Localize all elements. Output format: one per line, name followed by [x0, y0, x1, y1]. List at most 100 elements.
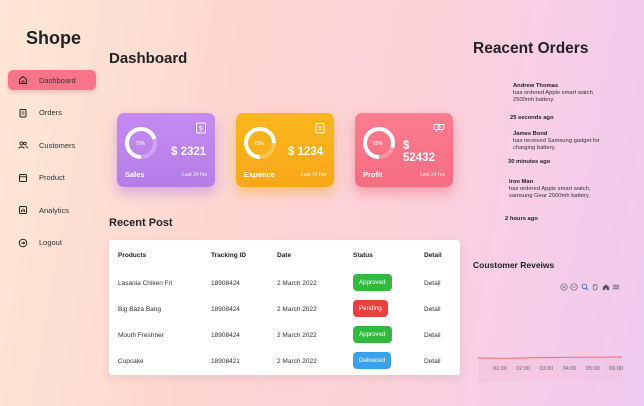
home-icon — [18, 75, 28, 85]
cell-tracking: 18908424 — [211, 280, 240, 287]
search-icon[interactable] — [580, 282, 589, 291]
x-tick-label: 02:00 — [516, 366, 530, 372]
sales-sub: Last 24 hrs — [182, 172, 207, 178]
order-item: Iron Man has ordered Apple smart watch, … — [509, 179, 609, 201]
sidebar-item-customers[interactable]: Customers — [8, 135, 96, 155]
status-badge: Delivered — [353, 352, 392, 369]
order-text: has received Samsung gadget for charging… — [513, 138, 600, 152]
expense-card[interactable]: 75% $ 1234 Expence Last 24 hrs — [236, 113, 334, 187]
order-item: Andrew Thomas has ordered Apple smart wa… — [513, 83, 613, 105]
page-title: Dashboard — [109, 50, 188, 67]
detail-link[interactable]: Detail — [424, 280, 441, 287]
order-time-wrap: 30 minutes ago — [508, 155, 618, 166]
table-row[interactable]: Mouth Freshner 18908424 2 March 2022 App… — [109, 324, 460, 350]
cell-tracking: 18908421 — [211, 358, 240, 365]
money-icon — [433, 121, 445, 133]
profit-percent: 80% — [373, 141, 384, 147]
order-time: 25 seconds ago — [510, 115, 554, 121]
sidebar-item-label: Orders — [39, 108, 62, 117]
order-customer-name: James Bond — [513, 131, 548, 137]
expense-value: $ 1234 — [288, 146, 324, 158]
order-time: 2 hours ago — [505, 216, 538, 222]
clipboard-icon — [314, 121, 326, 134]
profit-sub: Last 24 hrs — [420, 172, 445, 178]
column-header-date: Date — [277, 252, 292, 259]
detail-link[interactable]: Detail — [424, 358, 441, 365]
reviews-title: Coustomer Reveiws — [473, 260, 555, 270]
sidebar: Shope Dashboard Orders Customers Product… — [0, 0, 100, 406]
table-row[interactable]: Cupcake 18908421 2 March 2022 Delivered … — [109, 350, 460, 376]
brand-logo: Shope — [26, 28, 82, 48]
sidebar-item-label: Analytics — [39, 205, 70, 215]
x-tick-label: 01:00 — [493, 366, 507, 372]
status-badge: Pending — [353, 300, 388, 317]
x-tick-label: 05:00 — [585, 366, 600, 372]
cell-tracking: 18908424 — [211, 332, 240, 339]
column-header-detail: Detail — [424, 252, 442, 259]
profit-card[interactable]: 80% $ 52432 Profit Last 24 hrs — [355, 113, 453, 187]
table-row[interactable]: Big Baza Bang 18908424 2 March 2022 Pend… — [109, 298, 460, 324]
order-item: James Bond has received Samsung gadget f… — [513, 131, 605, 153]
detail-link[interactable]: Detail — [424, 332, 441, 339]
sales-percent: 70% — [135, 141, 146, 147]
recent-orders-title: Reacent Orders — [473, 40, 589, 57]
sidebar-item-label: Customers — [39, 140, 76, 150]
expense-label: Expence — [244, 170, 275, 179]
sidebar-item-logout[interactable]: Logout — [8, 233, 96, 253]
home-icon[interactable] — [601, 282, 610, 291]
expense-percent: 75% — [254, 141, 265, 147]
x-tick-label: 06:00 — [609, 366, 623, 372]
sales-card[interactable]: 70% $ 2321 $ Sales Last 24 hrs — [117, 113, 215, 187]
sidebar-item-dashboard[interactable]: Dashboard — [8, 70, 96, 90]
table-row[interactable]: Lasania Chiken Fri 18908424 2 March 2022… — [109, 272, 460, 298]
chart-icon — [18, 205, 28, 215]
cell-product: Big Baza Bang — [118, 306, 162, 313]
cell-date: 2 March 2022 — [277, 306, 317, 313]
order-text: has ordered Apple smart watch, samsung G… — [509, 186, 591, 200]
sidebar-item-label: Dashboard — [39, 75, 76, 85]
column-header-status: Status — [353, 252, 373, 259]
sales-value: $ 2321 — [171, 146, 207, 158]
status-badge: Approved — [353, 274, 392, 291]
sidebar-item-label: Product — [39, 173, 65, 182]
zoom-out-icon[interactable] — [570, 282, 579, 291]
box-icon — [18, 173, 28, 183]
profit-label: Profit — [363, 170, 383, 179]
x-tick-label: 03:00 — [539, 366, 554, 372]
order-text: has ordered Apple smart watch 2500mh bat… — [513, 90, 593, 104]
cell-product: Mouth Freshner — [118, 332, 164, 339]
cell-product: Lasania Chiken Fri — [118, 280, 173, 287]
sidebar-item-product[interactable]: Product — [8, 168, 96, 188]
sidebar-item-orders[interactable]: Orders — [8, 103, 96, 123]
users-icon — [18, 140, 28, 150]
pan-icon[interactable] — [591, 282, 600, 291]
recent-post-table: Products Tracking ID Date Status Detail … — [109, 240, 460, 375]
x-tick-label: 04:00 — [562, 366, 577, 372]
order-customer-name: Iron Man — [509, 179, 534, 185]
profit-value: 52432 — [403, 152, 435, 164]
svg-text:$: $ — [199, 125, 203, 133]
cell-date: 2 March 2022 — [277, 280, 317, 287]
sidebar-item-analytics[interactable]: Analytics — [8, 200, 96, 220]
menu-icon[interactable] — [612, 282, 621, 291]
order-time-wrap: 25 seconds ago — [510, 111, 620, 122]
order-time: 30 minutes ago — [508, 159, 551, 165]
reviews-chart — [477, 356, 623, 382]
dollar-icon: $ — [195, 121, 207, 134]
sales-label: Sales — [125, 170, 145, 179]
dashboard-app: Shope Dashboard Orders Customers Product… — [0, 0, 644, 406]
chart-x-axis: 01:00 02:00 03:00 04:00 05:00 06:00 — [493, 366, 623, 372]
sidebar-nav: Dashboard Orders Customers Product Analy… — [8, 70, 96, 265]
detail-link[interactable]: Detail — [424, 306, 441, 313]
order-customer-name: Andrew Thomas — [513, 83, 559, 89]
column-header-tracking: Tracking ID — [211, 252, 247, 259]
chart-toolbar — [559, 282, 621, 291]
status-badge: Approved — [353, 326, 392, 343]
logout-icon — [18, 238, 28, 248]
cell-date: 2 March 2022 — [277, 332, 317, 339]
zoom-in-icon[interactable] — [559, 282, 568, 291]
clipboard-icon — [18, 108, 28, 118]
order-time-wrap: 2 hours ago — [505, 212, 615, 223]
cell-date: 2 March 2022 — [277, 358, 317, 365]
recent-post-title: Recent Post — [109, 217, 173, 229]
